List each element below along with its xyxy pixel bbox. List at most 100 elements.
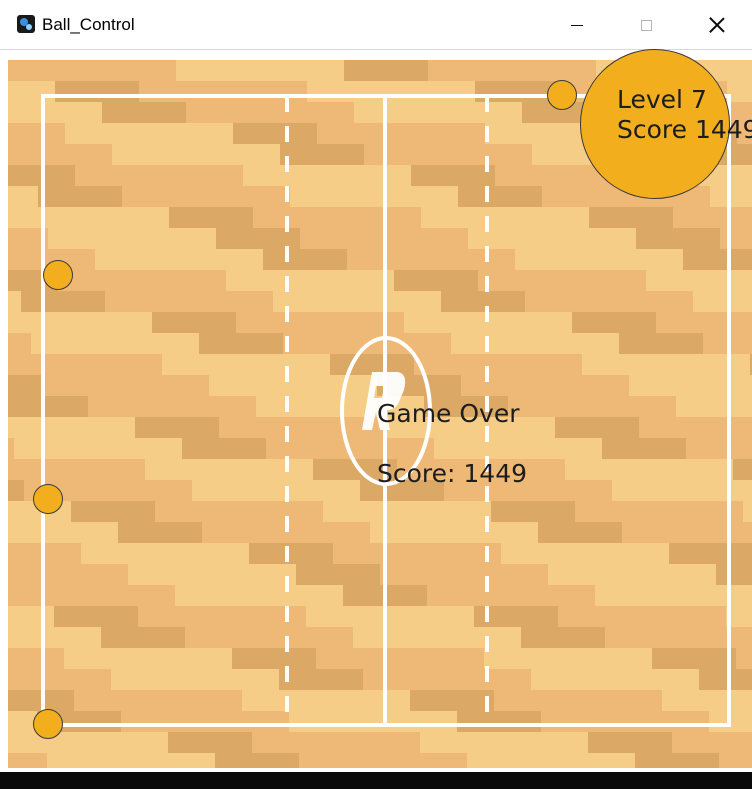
floor-plank [299,753,383,768]
floor-plank [259,585,343,606]
floor-plank [28,144,112,165]
floor-plank [55,81,139,102]
floor-plank [428,60,512,81]
floor-plank [454,522,538,543]
floor-plank [491,501,575,522]
floor-plank [629,375,713,396]
floor-plank [122,186,206,207]
floor-plank [401,123,485,144]
floor-plank [266,438,350,459]
floor-plank [383,753,467,768]
floor-plank [693,291,752,312]
floor-plank [588,732,672,753]
floor-plank [8,207,85,228]
floor-plank [498,354,582,375]
floor-plank [394,270,478,291]
game-over-label: Game Over [377,399,520,428]
floor-plank [542,186,626,207]
floor-plank [186,102,270,123]
floor-plank [158,690,242,711]
maximize-button[interactable] [623,0,669,50]
floor-plank [535,333,619,354]
floor-plank [14,438,98,459]
floor-plank [125,375,209,396]
floor-plank [242,690,326,711]
ball[interactable] [33,484,63,514]
floor-plank [679,585,752,606]
floor-plank [410,690,494,711]
floor-plank [420,732,504,753]
floor-plank [139,81,223,102]
floor-plank [316,648,400,669]
floor-plank [548,564,632,585]
floor-plank [552,228,636,249]
floor-plank [578,690,662,711]
floor-plank [635,753,719,768]
floor-plank [102,102,186,123]
floor-plank [165,543,249,564]
floor-plank [662,690,746,711]
floor-plank [8,186,38,207]
minimize-button[interactable] [554,0,600,50]
floor-plank [290,186,374,207]
floor-plank [562,270,646,291]
floor-plank [468,228,552,249]
floor-plank [363,669,447,690]
close-button[interactable] [694,0,740,50]
floor-plank [8,102,18,123]
floor-plank [457,711,541,732]
floor-plank [719,753,752,768]
floor-plank [175,585,259,606]
floor-plank [8,585,91,606]
floor-plank [152,312,236,333]
floor-plank [8,606,54,627]
floor-plank [461,375,545,396]
ball[interactable] [547,80,577,110]
floor-plank [8,564,44,585]
ball[interactable] [43,260,73,290]
floor-plank [249,543,333,564]
floor-plank [98,438,182,459]
floor-plank [541,711,625,732]
floor-plank [605,627,689,648]
floor-plank [521,627,605,648]
floor-plank [431,249,515,270]
floor-plank [195,669,279,690]
floor-plank [172,396,256,417]
floor-plank [162,354,246,375]
floor-plank [179,249,263,270]
floor-plank [269,627,353,648]
floor-plank [115,333,199,354]
floor-plank [300,228,384,249]
floor-plank [733,459,752,480]
floor-plank [508,396,592,417]
floor-plank [354,102,438,123]
ball[interactable] [33,709,63,739]
floor-plank [531,669,615,690]
maximize-icon [640,19,652,31]
floor-plank [652,648,736,669]
floor-plank [286,522,370,543]
floor-plank [279,669,363,690]
floor-plank [390,606,474,627]
floor-plank [34,522,118,543]
floor-plank [400,648,484,669]
floor-plank [212,564,296,585]
floor-plank [92,60,176,81]
floor-plank [625,711,709,732]
floor-plank [51,417,135,438]
floor-plank [407,501,491,522]
level-label: Level 7 [617,85,707,114]
floor-plank [8,291,21,312]
floor-plank [112,144,196,165]
floor-plank [219,417,303,438]
floor-plank [746,690,752,711]
floor-plank [676,396,752,417]
floor-plank [47,753,131,768]
floor-plank [253,207,337,228]
floor-plank [283,333,367,354]
floor-plank [411,165,495,186]
bottom-frame-bar [0,772,752,789]
floor-plank [8,81,55,102]
floor-plank [518,438,602,459]
